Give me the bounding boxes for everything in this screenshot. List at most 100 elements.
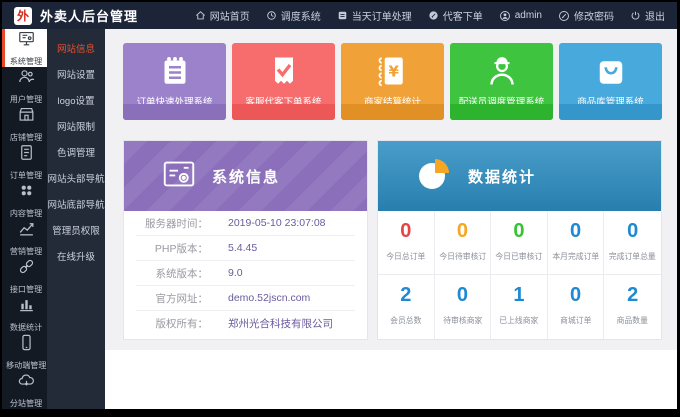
info-label: PHP版本：: [136, 241, 208, 256]
sidebar-item-label: 用户管理: [10, 93, 42, 104]
data-statistics-header: 数据统计: [378, 141, 661, 211]
app-window: 外 外卖人后台管理 网站首页 调度系统 当天订单处理 代客下单 admin: [2, 2, 677, 409]
today-orders-icon: [337, 10, 348, 21]
sidebar-item-shops[interactable]: 店铺管理: [2, 105, 47, 143]
edit-password-icon: [558, 10, 570, 22]
system-window-icon: [160, 155, 198, 198]
system-info-header: 系统信息: [124, 141, 367, 211]
card-courier-dispatch[interactable]: 配送员调度管理系统: [450, 43, 553, 120]
submenu-item-online-upgrade[interactable]: 在线升级: [47, 245, 105, 271]
nav-logout[interactable]: 退出: [630, 8, 665, 23]
card-footer-strip: [559, 104, 662, 120]
shop-icon: [17, 105, 36, 129]
app-logo: 外: [14, 7, 32, 25]
stat-label: 待审核商家: [437, 314, 488, 325]
card-goods-library[interactable]: 商品库管理系统: [559, 43, 662, 120]
sidebar-item-users[interactable]: 用户管理: [2, 67, 47, 105]
sidebar-item-marketing[interactable]: 营销管理: [2, 219, 47, 257]
info-label: 版权所有：: [136, 316, 208, 331]
nav-today-orders[interactable]: 当天订单处理: [337, 8, 412, 23]
submenu-item-site-limits[interactable]: 网站限制: [47, 115, 105, 141]
sidebar-item-system[interactable]: 系统管理: [2, 29, 47, 67]
stat-month-completed-orders: 0 本月完成订单: [548, 211, 605, 275]
stat-total-members: 2 会员总数: [378, 275, 435, 339]
stat-goods-count: 2 商品数量: [604, 275, 661, 339]
sidebar-submenu: 网站信息 网站设置 logo设置 网站限制 色调管理 网站头部导航 网站底部导航…: [47, 29, 105, 409]
submenu-item-logo-settings[interactable]: logo设置: [47, 89, 105, 115]
stat-label: 本月完成订单: [550, 250, 601, 261]
panel-title: 数据统计: [468, 166, 536, 187]
sidebar-item-api[interactable]: 接口管理: [2, 257, 47, 295]
sidebar-item-label: 营销管理: [10, 245, 42, 256]
nav-change-password[interactable]: 修改密码: [558, 8, 614, 23]
stat-pending-merchants: 0 待审核商家: [435, 275, 492, 339]
home-icon: [195, 10, 206, 21]
card-footer-strip: [341, 104, 444, 120]
nav-label: 调度系统: [281, 8, 321, 23]
top-navigation: 网站首页 调度系统 当天订单处理 代客下单 admin 修改密码: [195, 8, 665, 23]
stat-value: 0: [435, 284, 491, 307]
info-value: demo.52jscn.com: [228, 292, 310, 304]
nav-admin[interactable]: admin: [499, 10, 542, 22]
submenu-item-footer-nav[interactable]: 网站底部导航: [47, 193, 105, 219]
nav-proxy-order[interactable]: 代客下单: [428, 8, 483, 23]
submenu-item-header-nav[interactable]: 网站头部导航: [47, 167, 105, 193]
app-title: 外卖人后台管理: [40, 6, 138, 25]
nav-home[interactable]: 网站首页: [195, 8, 250, 23]
nav-label: 代客下单: [443, 8, 483, 23]
nav-label: 当天订单处理: [352, 8, 412, 23]
proxy-order-icon: [428, 10, 439, 21]
card-order-quick-processing[interactable]: 订单快速处理系统: [123, 43, 226, 120]
info-label: 官方网址：: [136, 291, 208, 306]
stat-label: 今日总订单: [380, 250, 431, 261]
submenu-item-site-settings[interactable]: 网站设置: [47, 63, 105, 89]
stat-today-total-orders: 0 今日总订单: [378, 211, 435, 275]
content-dots-icon: [17, 181, 36, 205]
stat-value: 2: [604, 284, 661, 307]
svg-text:¥: ¥: [388, 62, 399, 80]
sidebar-main-menu: 系统管理 用户管理 店铺管理 订单管理 内容管理 营销管理 接口管理 数据统计: [2, 29, 47, 409]
monitor-icon: [17, 29, 36, 53]
nav-label: 退出: [645, 8, 665, 23]
sidebar-item-label: 接口管理: [10, 283, 42, 294]
stat-value: 2: [378, 284, 434, 307]
shopping-bag-icon: [559, 43, 662, 89]
submenu-item-admin-permissions[interactable]: 管理员权限: [47, 219, 105, 245]
sidebar-item-statistics[interactable]: 数据统计: [2, 295, 47, 333]
stat-value: 0: [378, 220, 434, 243]
data-statistics-panel: 数据统计 0 今日总订单 0 今日待审核订 0 今日已审核: [377, 140, 662, 340]
stat-total-completed-orders: 0 完成订单总量: [604, 211, 661, 275]
trend-chart-icon: [17, 219, 36, 243]
stat-label: 完成订单总量: [607, 250, 659, 261]
info-label: 系统版本：: [136, 266, 208, 281]
sidebar-item-label: 店铺管理: [10, 131, 42, 142]
sidebar-item-branch[interactable]: 分站管理: [2, 371, 47, 409]
info-row-server-time: 服务器时间： 2019-05-10 23:07:08: [136, 211, 355, 236]
sidebar-item-content[interactable]: 内容管理: [2, 181, 47, 219]
info-row-official-site: 官方网址： demo.52jscn.com: [136, 286, 355, 311]
dispatch-icon: [266, 10, 277, 21]
courier-icon: [450, 43, 553, 89]
notepad-icon: [123, 43, 226, 89]
sidebar-item-mobile[interactable]: 移动端管理: [2, 333, 47, 371]
submenu-item-color-settings[interactable]: 色调管理: [47, 141, 105, 167]
submenu-item-site-info[interactable]: 网站信息: [47, 37, 105, 63]
nav-label: 网站首页: [210, 8, 250, 23]
sidebar-item-label: 系统管理: [10, 55, 42, 66]
bar-chart-icon: [17, 295, 36, 319]
nav-label: admin: [515, 10, 542, 21]
stat-label: 今日待审核订: [437, 250, 488, 261]
user-icon: [499, 10, 511, 22]
sidebar-item-orders[interactable]: 订单管理: [2, 143, 47, 181]
users-icon: [17, 67, 36, 91]
stat-mall-orders: 0 商城订单: [548, 275, 605, 339]
card-service-proxy-order[interactable]: 客服代客下单系统: [232, 43, 335, 120]
stat-label: 商品数量: [607, 314, 659, 325]
stat-label: 会员总数: [380, 314, 431, 325]
settlement-yen-icon: ¥: [341, 43, 444, 89]
card-merchant-settlement[interactable]: ¥ 商家结算统计: [341, 43, 444, 120]
cloud-site-icon: [17, 371, 36, 395]
nav-dispatch[interactable]: 调度系统: [266, 8, 321, 23]
info-row-php-version: PHP版本： 5.4.45: [136, 236, 355, 261]
stat-label: 商城订单: [550, 314, 601, 325]
